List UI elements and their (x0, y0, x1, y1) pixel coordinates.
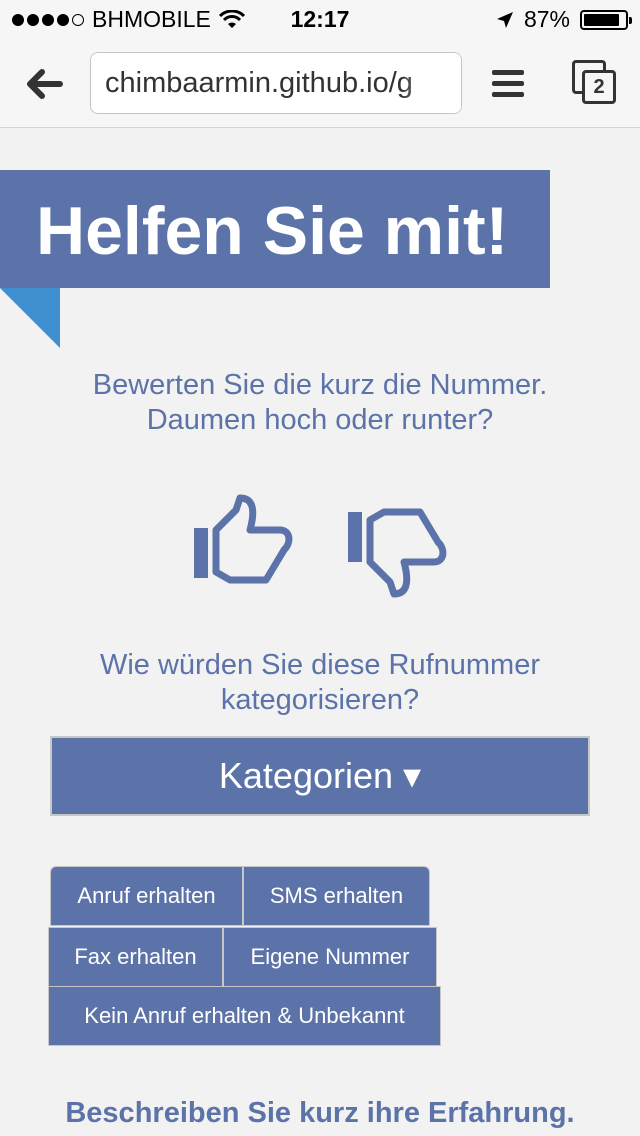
tabs-button[interactable]: 2 (572, 60, 618, 106)
category-dropdown[interactable]: Kategorien ▾ (50, 736, 590, 816)
rating-question: Bewerten Sie die kurz die Nummer. Daumen… (0, 368, 640, 438)
experience-prompt: Beschreiben Sie kurz ihre Erfahrung. (65, 1097, 575, 1129)
category-question: Wie würden Sie diese Rufnummer kategoris… (0, 648, 640, 718)
banner-fold-decoration (0, 288, 60, 348)
browser-toolbar: chimbaarmin.github.io/g 2 (0, 40, 640, 128)
status-bar: BHMOBILE 12:17 87% (0, 0, 640, 40)
thumbs-up-icon[interactable] (192, 494, 296, 588)
status-right: 87% (496, 6, 632, 33)
url-text: chimbaarmin.github.io/g (105, 67, 413, 99)
menu-icon[interactable] (492, 70, 524, 98)
page-title: Helfen Sie mit! (36, 193, 509, 269)
rating-question-line2: Daumen hoch oder runter? (146, 404, 494, 436)
category-question-line1: Wie würden Sie diese Rufnummer (99, 649, 540, 681)
option-kein-anruf-unbekannt[interactable]: Kein Anruf erhalten & Unbekannt (48, 986, 441, 1046)
rating-question-line1: Bewerten Sie die kurz die Nummer. (92, 369, 548, 401)
tab-count: 2 (582, 70, 616, 104)
address-bar[interactable]: chimbaarmin.github.io/g (90, 52, 462, 114)
battery-level-fill (584, 13, 619, 26)
thumbs-down-icon[interactable] (346, 504, 450, 598)
title-banner: Helfen Sie mit! (0, 170, 550, 288)
category-question-line2: kategorisieren? (220, 684, 420, 716)
option-eigene-nummer[interactable]: Eigene Nummer (223, 927, 437, 987)
battery-percent: 87% (523, 6, 570, 32)
location-arrow-icon (496, 11, 513, 28)
back-arrow-icon[interactable] (22, 62, 66, 106)
battery-icon (580, 9, 632, 30)
option-fax-erhalten[interactable]: Fax erhalten (48, 927, 223, 987)
option-anruf-erhalten[interactable]: Anruf erhalten (50, 866, 243, 926)
option-sms-erhalten[interactable]: SMS erhalten (243, 866, 430, 926)
